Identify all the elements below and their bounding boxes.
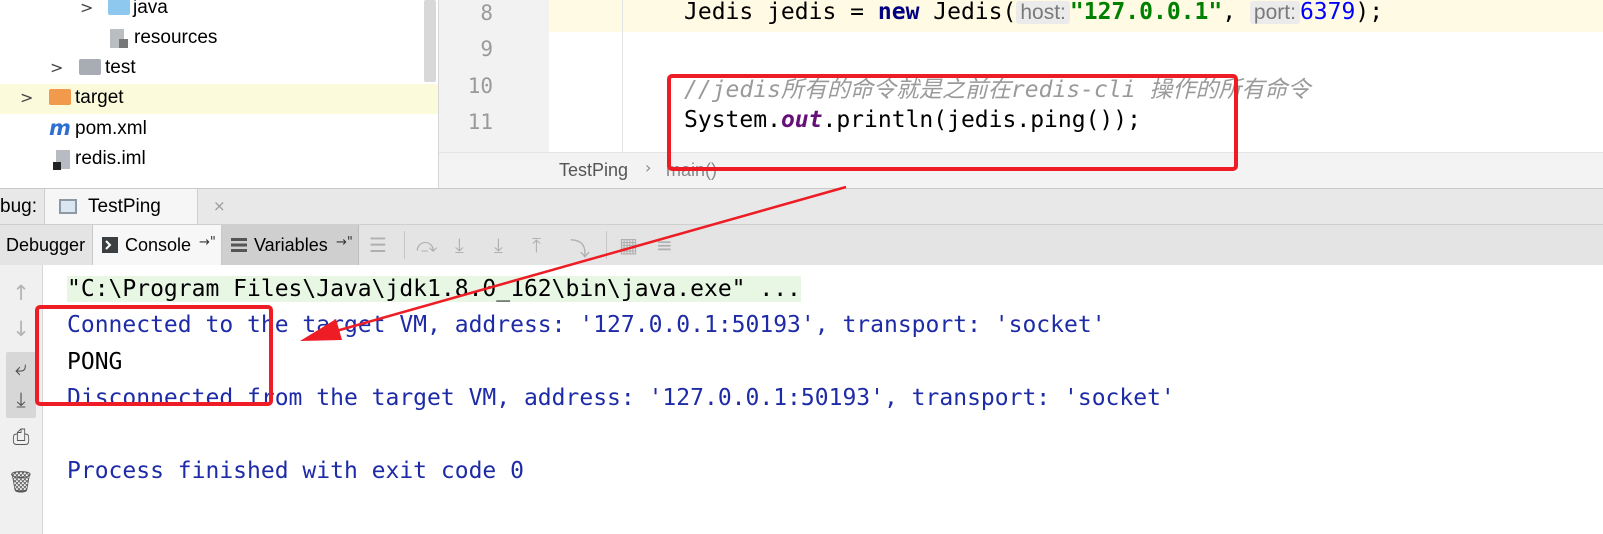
- annotation-arrow-line: [321, 185, 847, 337]
- annotation-arrow-head: [300, 319, 342, 341]
- annotation-arrow: [300, 185, 847, 341]
